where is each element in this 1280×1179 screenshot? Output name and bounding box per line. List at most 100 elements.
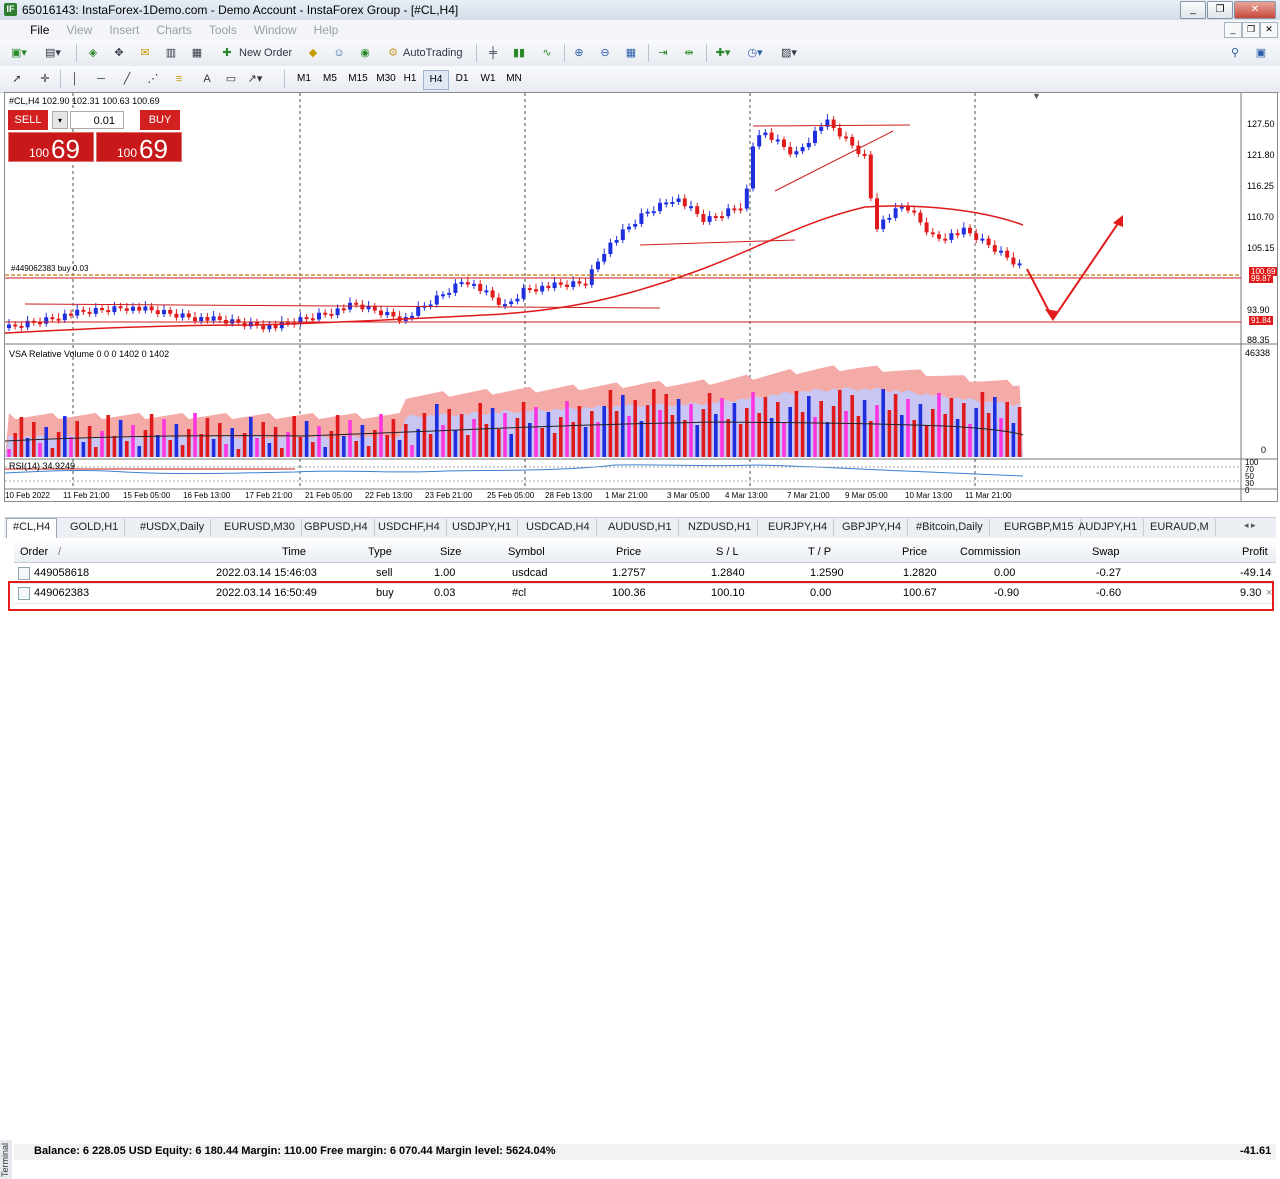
arrows-icon[interactable]: ↗▾ [246, 70, 264, 88]
sell-price[interactable]: 100 69 [8, 132, 94, 164]
autotrading-button[interactable]: AutoTrading [400, 44, 466, 62]
terminal-vertical-tab[interactable]: Terminal [0, 1140, 12, 1179]
channel-icon[interactable]: ⋰ [144, 70, 162, 88]
chart-tab[interactable]: EURGBP,M15 [998, 519, 1081, 536]
column-type[interactable]: Type [368, 546, 392, 558]
crosshair-icon[interactable]: ✛ [36, 70, 54, 88]
timeframe-h4[interactable]: H4 [423, 70, 449, 90]
community-icon[interactable]: ☺ [330, 44, 348, 62]
chart-tab[interactable]: AUDUSD,H1 [602, 519, 679, 536]
navigator-icon[interactable]: ✥ [110, 44, 128, 62]
timeframe-w1[interactable]: W1 [476, 70, 500, 88]
chart-tab[interactable]: GOLD,H1 [64, 519, 126, 536]
tile-windows-icon[interactable]: ▦ [622, 44, 640, 62]
column-tp[interactable]: T / P [808, 546, 831, 558]
zoom-in-icon[interactable]: ⊕ [570, 44, 588, 62]
periods-icon[interactable]: ◷▾ [746, 44, 764, 62]
chart-tab[interactable]: AUDJPY,H1 [1072, 519, 1145, 536]
signals-icon[interactable]: ◉ [356, 44, 374, 62]
new-chart-icon[interactable]: ▣▾ [10, 44, 28, 62]
price-chart[interactable]: ▼ #CL,H4 102.90 102.31 100.63 100.69 #44… [4, 92, 1278, 502]
chart-tab[interactable]: EURUSD,M30 [218, 519, 302, 536]
menu-charts[interactable]: Charts [149, 20, 198, 40]
tab-scroll-arrows-icon[interactable]: ◂ ▸ [1244, 520, 1256, 531]
column-commission[interactable]: Commission [960, 546, 1021, 558]
bar-chart-icon[interactable]: ╪ [484, 44, 502, 62]
lot-decrease-icon[interactable]: ▾ [52, 111, 68, 129]
new-order-icon[interactable]: ✚ [218, 44, 236, 62]
buy-button[interactable]: BUY [140, 110, 180, 130]
menu-view[interactable]: View [59, 20, 99, 40]
indicators-icon[interactable]: ✚▾ [714, 44, 732, 62]
metaeditor-icon[interactable]: ◆ [304, 44, 322, 62]
line-chart-icon[interactable]: ∿ [538, 44, 556, 62]
column-size[interactable]: Size [440, 546, 461, 558]
zoom-out-icon[interactable]: ⊖ [596, 44, 614, 62]
mdi-minimize-button[interactable]: _ [1224, 22, 1242, 38]
mdi-restore-button[interactable]: ❐ [1242, 22, 1260, 38]
chart-tab[interactable]: NZDUSD,H1 [682, 519, 758, 536]
data-window-icon[interactable]: ✉ [136, 44, 154, 62]
timeframe-m30[interactable]: M30 [372, 70, 400, 88]
trendline-icon[interactable]: ╱ [118, 70, 136, 88]
column-profit[interactable]: Profit [1242, 546, 1268, 558]
timeframe-m5[interactable]: M5 [318, 70, 342, 88]
volume-bar [323, 447, 327, 457]
new-order-button[interactable]: New Order [236, 44, 295, 62]
lot-size-input[interactable]: 0.01 [70, 111, 124, 129]
vertical-line-icon[interactable]: │ [66, 70, 84, 88]
column-current-price[interactable]: Price [902, 546, 927, 558]
profiles-icon[interactable]: ▤▾ [44, 44, 62, 62]
label-tool-icon[interactable]: ▭ [222, 70, 240, 88]
close-button[interactable]: ✕ [1234, 1, 1276, 19]
column-symbol[interactable]: Symbol [508, 546, 545, 558]
text-tool-icon[interactable]: A [198, 70, 216, 88]
autoscroll-icon[interactable]: ⇹ [680, 44, 698, 62]
chart-tab[interactable]: #Bitcoin,Daily [910, 519, 990, 536]
menu-insert[interactable]: Insert [102, 20, 146, 40]
chart-tab[interactable]: EURJPY,H4 [762, 519, 835, 536]
candle-body [844, 136, 848, 139]
maximize-button[interactable]: ❐ [1207, 1, 1233, 19]
chart-tab[interactable]: USDCAD,H4 [520, 519, 597, 536]
timeframe-mn[interactable]: MN [502, 70, 526, 88]
templates-icon[interactable]: ▨▾ [780, 44, 798, 62]
column-order[interactable]: Order [20, 546, 48, 558]
close-order-icon[interactable]: × [1266, 567, 1272, 579]
fibonacci-icon[interactable]: ≡ [170, 70, 188, 88]
tester-icon[interactable]: ▦ [188, 44, 206, 62]
market-watch-icon[interactable]: ◈ [84, 44, 102, 62]
column-sl[interactable]: S / L [716, 546, 739, 558]
column-price[interactable]: Price [616, 546, 641, 558]
candlestick-icon[interactable]: ▮▮ [510, 44, 528, 62]
timeframe-d1[interactable]: D1 [450, 70, 474, 88]
chart-tab[interactable]: #USDX,Daily [134, 519, 212, 536]
terminal-icon[interactable]: ▥ [162, 44, 180, 62]
chart-tab[interactable]: GBPUSD,H4 [298, 519, 375, 536]
candle-body [217, 316, 222, 320]
menu-file[interactable]: File [23, 20, 56, 40]
timeframe-m1[interactable]: M1 [292, 70, 316, 88]
chart-shift-icon[interactable]: ⇥ [654, 44, 672, 62]
menu-tools[interactable]: Tools [202, 20, 244, 40]
menu-window[interactable]: Window [247, 20, 304, 40]
cursor-icon[interactable]: ➚ [8, 70, 26, 88]
menu-help[interactable]: Help [307, 20, 346, 40]
timeframe-m15[interactable]: M15 [344, 70, 372, 88]
chart-tab[interactable]: USDCHF,H4 [372, 519, 447, 536]
horizontal-line-icon[interactable]: ─ [92, 70, 110, 88]
chart-tab[interactable]: GBPJPY,H4 [836, 519, 909, 536]
chart-tab[interactable]: #CL,H4 [6, 518, 58, 538]
buy-price[interactable]: 100 69 [96, 132, 182, 164]
chart-tab[interactable]: EURAUD,M [1144, 519, 1216, 536]
chart-tab[interactable]: USDJPY,H1 [446, 519, 519, 536]
search-icon[interactable]: ⚲ [1226, 44, 1244, 62]
chat-icon[interactable]: ▣ [1252, 44, 1270, 62]
column-time[interactable]: Time [282, 546, 306, 558]
minimize-button[interactable]: _ [1180, 1, 1206, 19]
column-swap[interactable]: Swap [1092, 546, 1120, 558]
sell-button[interactable]: SELL [8, 110, 48, 130]
timeframe-h1[interactable]: H1 [398, 70, 422, 88]
mdi-close-button[interactable]: ✕ [1260, 22, 1278, 38]
volume-bar [583, 427, 588, 457]
